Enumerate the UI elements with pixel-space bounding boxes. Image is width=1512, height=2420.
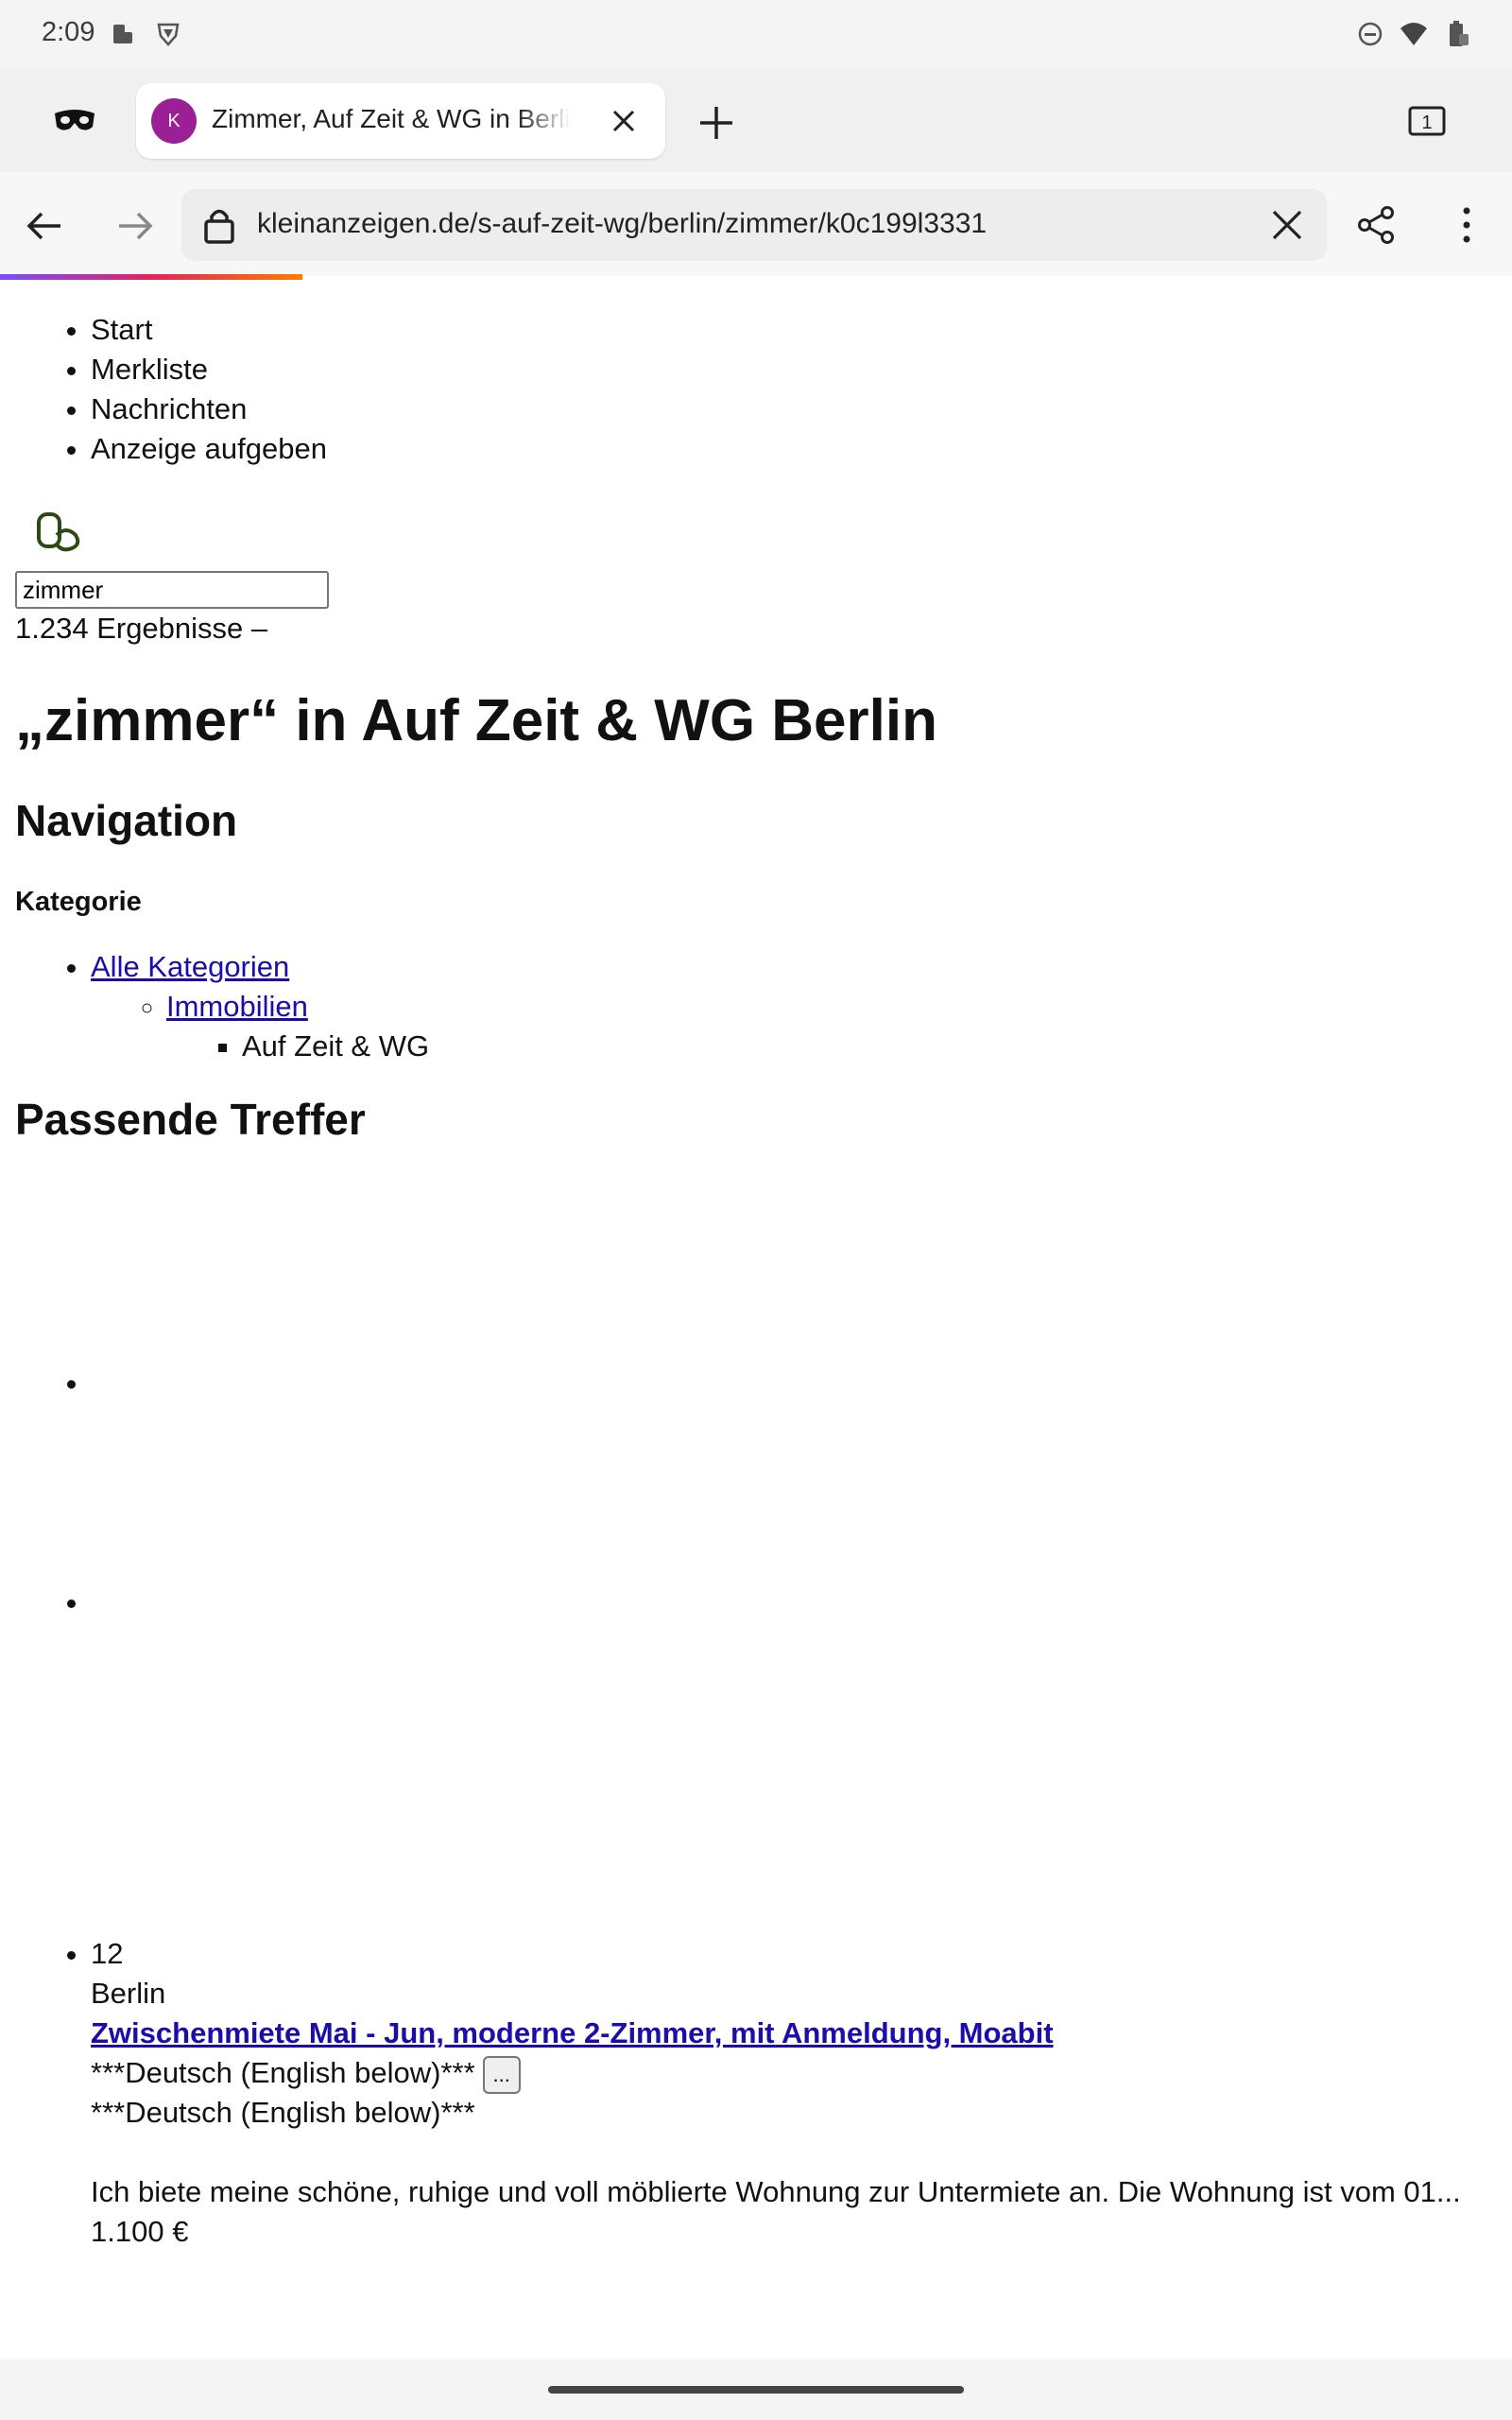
nav-item-start[interactable]: Start	[91, 310, 1499, 350]
list-item	[91, 1582, 1499, 1622]
listing-description-2: Ich biete meine schöne, ruhige und voll …	[91, 2175, 1461, 2208]
category-sublist: Immobilien Auf Zeit & WG	[91, 987, 1499, 1066]
new-tab-icon[interactable]	[697, 104, 735, 142]
kleinanzeigen-logo-icon[interactable]	[36, 510, 83, 556]
notification-app-icon	[113, 25, 132, 43]
shield-app-icon	[157, 23, 180, 46]
listing-location: Berlin	[91, 1977, 166, 2010]
favicon: K	[151, 98, 197, 144]
result-count: 1.234 Ergebnisse –	[15, 612, 268, 645]
tab-strip: K Zimmer, Auf Zeit & WG in Berlin 1	[0, 68, 1512, 172]
listing-item: 12 Berlin Zwischenmiete Mai - Jun, moder…	[91, 1934, 1499, 2252]
tab-switcher-icon[interactable]: 1	[1408, 106, 1446, 136]
status-right-icons	[1355, 19, 1472, 49]
status-time: 2:09	[42, 17, 95, 47]
category-level-1: Alle Kategorien Immobilien Auf Zeit & WG	[91, 947, 1499, 1066]
status-left-icons	[108, 19, 183, 49]
top-navigation: Start Merkliste Nachrichten Anzeige aufg…	[15, 310, 1499, 469]
url-bar[interactable]: kleinanzeigen.de/s-auf-zeit-wg/berlin/zi…	[181, 189, 1327, 261]
listing-teaser-line: ***Deutsch (English below)***...	[91, 2053, 1499, 2094]
listing-description-1: ***Deutsch (English below)***	[91, 2096, 475, 2129]
category-level-2: Immobilien Auf Zeit & WG	[166, 987, 1499, 1066]
list-item	[91, 1363, 1499, 1403]
share-icon[interactable]	[1355, 204, 1397, 246]
overflow-menu-icon[interactable]	[1450, 204, 1484, 246]
tab-count: 1	[1421, 112, 1432, 133]
results-heading: Passende Treffer	[15, 1095, 366, 1144]
listing-price: 1.100 €	[91, 2215, 189, 2248]
category-heading: Kategorie	[15, 887, 142, 917]
category-tree: Alle Kategorien Immobilien Auf Zeit & WG	[15, 947, 1499, 1066]
close-tab-icon[interactable]	[609, 106, 639, 136]
category-link-immobilien[interactable]: Immobilien	[166, 990, 308, 1023]
system-navigation-bar	[0, 2360, 1512, 2420]
page-title: „zimmer“ in Auf Zeit & WG Berlin	[15, 688, 937, 753]
nav-item-merkliste[interactable]: Merkliste	[91, 350, 1499, 389]
more-button[interactable]: ...	[482, 2055, 521, 2094]
listing-title-link[interactable]: Zwischenmiete Mai - Jun, moderne 2-Zimme…	[91, 2016, 1054, 2049]
search-input[interactable]	[15, 571, 329, 609]
listing-title-line: Zwischenmiete Mai - Jun, moderne 2-Zimme…	[91, 2014, 1499, 2053]
category-subsublist: Auf Zeit & WG	[166, 1027, 1499, 1066]
category-link-alle[interactable]: Alle Kategorien	[91, 950, 289, 983]
navigation-heading: Navigation	[15, 796, 238, 845]
page-content: Start Merkliste Nachrichten Anzeige aufg…	[15, 280, 1499, 2360]
listing-teaser: ***Deutsch (English below)***	[91, 2056, 475, 2089]
result-list: 12 Berlin Zwischenmiete Mai - Jun, moder…	[15, 1363, 1499, 2252]
tab-title: Zimmer, Auf Zeit & WG in Berlin	[212, 104, 571, 133]
incognito-mask-icon[interactable]	[53, 106, 96, 134]
status-bar: 2:09	[0, 0, 1512, 68]
forward-arrow-icon[interactable]	[115, 206, 155, 246]
nav-item-anzeige-aufgeben[interactable]: Anzeige aufgeben	[91, 429, 1499, 469]
nav-item-nachrichten[interactable]: Nachrichten	[91, 389, 1499, 429]
do-not-disturb-icon	[1358, 22, 1383, 46]
url-text[interactable]: kleinanzeigen.de/s-auf-zeit-wg/berlin/zi…	[257, 208, 987, 240]
back-arrow-icon[interactable]	[25, 206, 64, 246]
category-level-3: Auf Zeit & WG	[242, 1027, 1499, 1066]
tab-active[interactable]: K Zimmer, Auf Zeit & WG in Berlin	[136, 83, 665, 159]
clear-url-icon[interactable]	[1270, 208, 1304, 242]
wifi-icon	[1400, 23, 1427, 45]
lock-icon[interactable]	[202, 206, 236, 244]
image-count: 12	[91, 1937, 124, 1970]
browser-toolbar: kleinanzeigen.de/s-auf-zeit-wg/berlin/zi…	[0, 172, 1512, 276]
battery-icon	[1450, 21, 1469, 46]
home-gesture-handle[interactable]	[548, 2386, 964, 2394]
